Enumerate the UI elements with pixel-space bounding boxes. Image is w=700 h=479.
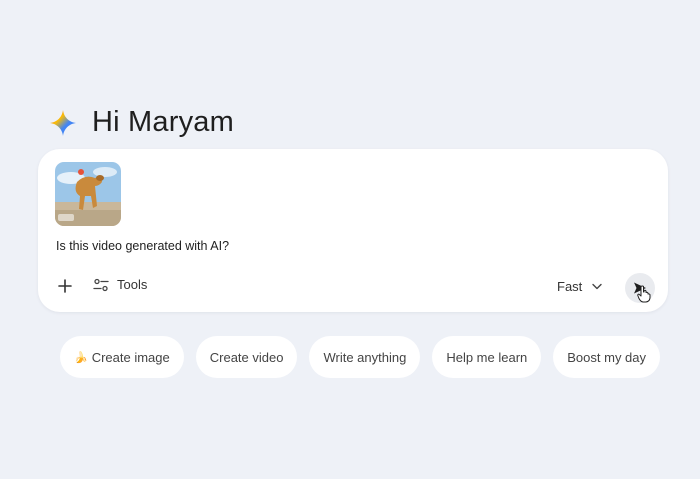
chip-create-video[interactable]: Create video (195, 336, 298, 378)
greeting-text: Hi Maryam (92, 106, 234, 138)
model-selector[interactable]: Fast (557, 279, 602, 294)
pointer-hand-cursor-icon (637, 285, 651, 308)
prompt-card[interactable]: Is this video generated with AI? Tools F… (38, 149, 668, 312)
gemini-sparkle-icon (50, 109, 76, 136)
add-attachment-button[interactable] (54, 275, 76, 297)
chip-boost-my-day[interactable]: Boost my day (553, 336, 661, 378)
sliders-icon (93, 278, 109, 291)
prompt-text: Is this video generated with AI? (56, 239, 230, 253)
suggestion-chips: 🍌 Create image Create video Write anythi… (60, 336, 661, 378)
plus-icon (58, 279, 72, 293)
greeting: Hi Maryam (50, 106, 234, 139)
banana-icon: 🍌 (74, 351, 88, 364)
video-attachment-thumbnail[interactable] (55, 162, 121, 226)
tools-button[interactable]: Tools (93, 277, 147, 292)
chevron-down-icon (592, 283, 602, 290)
dog-video-thumbnail (55, 162, 121, 226)
chip-label: Write anything (323, 349, 407, 365)
chip-help-me-learn[interactable]: Help me learn (432, 336, 542, 378)
gemini-home: Hi Maryam Is this video generated with A… (0, 0, 700, 479)
chip-label: Boost my day (567, 349, 647, 365)
model-label: Fast (557, 279, 583, 294)
chip-write-anything[interactable]: Write anything (309, 336, 421, 378)
tools-label: Tools (117, 277, 148, 292)
chip-label: Help me learn (446, 349, 528, 365)
chip-label: Create video (209, 349, 284, 365)
chip-label: Create image (91, 349, 170, 365)
chip-create-image[interactable]: 🍌 Create image (60, 336, 184, 378)
